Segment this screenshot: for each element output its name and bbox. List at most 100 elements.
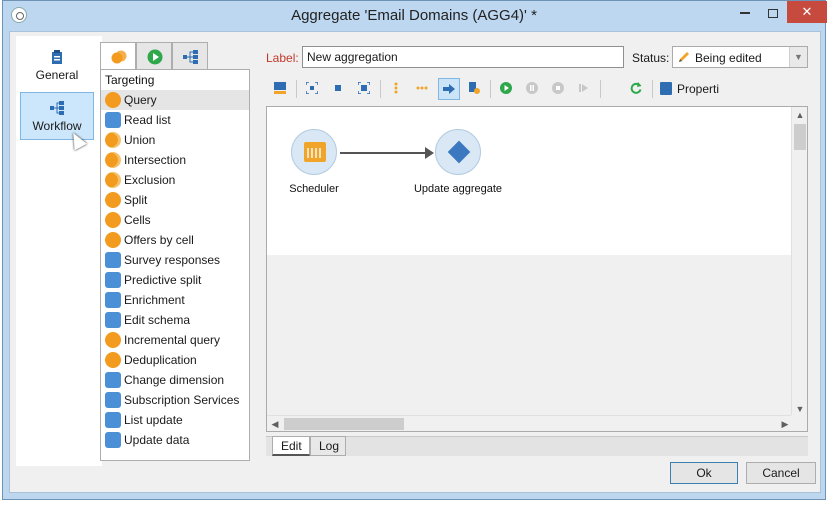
cells-icon [105, 212, 121, 228]
maximize-button[interactable] [759, 1, 787, 23]
exclusion-icon [105, 172, 121, 188]
tab-targeting[interactable] [100, 42, 136, 71]
list-item[interactable]: Subscription Services [101, 390, 249, 410]
scheduler-node[interactable] [291, 129, 337, 175]
workflow-icon [50, 101, 64, 115]
zoom-normal-button[interactable] [328, 78, 350, 100]
list-item[interactable]: Union [101, 130, 249, 150]
subscription-services-icon [105, 392, 121, 408]
edit-schema-icon [105, 312, 121, 328]
list-update-icon [105, 412, 121, 428]
list-item-label: Subscription Services [124, 393, 240, 407]
vertical-scrollbar[interactable]: ▲ ▼ [791, 107, 807, 417]
canvas-work-area[interactable] [267, 107, 793, 255]
list-item[interactable]: Deduplication [101, 350, 249, 370]
nav-item-general[interactable]: General [20, 42, 94, 90]
node-label: Scheduler [289, 183, 339, 195]
minimize-button[interactable] [731, 1, 759, 23]
predictive-split-icon [105, 272, 121, 288]
survey-responses-icon [105, 252, 121, 268]
refresh-button[interactable] [626, 78, 648, 100]
toggle-palette-button[interactable] [270, 78, 292, 100]
list-item[interactable]: Read list [101, 110, 249, 130]
vertical-layout-button[interactable] [386, 78, 408, 100]
start-button[interactable] [496, 78, 518, 100]
stop-icon [552, 82, 564, 94]
list-item-label: Update data [124, 433, 190, 447]
list-item[interactable]: Update data [101, 430, 249, 450]
clipboard-icon [660, 82, 672, 95]
list-item-label: Change dimension [124, 373, 225, 387]
refresh-icon [630, 82, 642, 94]
scroll-thumb[interactable] [284, 418, 404, 430]
window-title: Aggregate 'Email Domains (AGG4)' * [291, 7, 537, 24]
horizontal-dots-icon [416, 86, 428, 90]
clipboard-icon [52, 50, 62, 64]
list-item[interactable]: Offers by cell [101, 230, 249, 250]
list-item[interactable]: Edit schema [101, 310, 249, 330]
ok-button[interactable]: Ok [670, 462, 738, 484]
nav-item-label: General [35, 68, 79, 82]
list-item[interactable]: Intersection [101, 150, 249, 170]
list-item-label: Split [124, 193, 148, 207]
maximize-icon [768, 8, 778, 18]
list-item[interactable]: List update [101, 410, 249, 430]
scroll-thumb[interactable] [794, 124, 806, 150]
link-mode-button[interactable] [438, 78, 460, 100]
dialog-window: Aggregate 'Email Domains (AGG4)' * ✕ Gen… [2, 0, 827, 500]
incremental-query-icon [105, 332, 121, 348]
pencil-icon [679, 52, 689, 62]
list-item-label: List update [124, 413, 183, 427]
title-bar[interactable]: Aggregate 'Email Domains (AGG4)' * ✕ [3, 1, 827, 31]
list-item[interactable]: Change dimension [101, 370, 249, 390]
list-item[interactable]: Exclusion [101, 170, 249, 190]
read-list-icon [105, 112, 121, 128]
list-item[interactable]: Cells [101, 210, 249, 230]
horizontal-scrollbar[interactable]: ◀ ▶ [267, 415, 793, 431]
label-input[interactable]: New aggregation [302, 46, 624, 68]
transition-arrow[interactable] [340, 147, 434, 159]
list-item[interactable]: Split [101, 190, 249, 210]
properties-button[interactable]: Properti [660, 78, 719, 100]
toolbar-separator [652, 80, 653, 98]
tab-log[interactable]: Log [310, 436, 346, 456]
scroll-up-icon[interactable]: ▲ [792, 107, 807, 123]
list-item[interactable]: Incremental query [101, 330, 249, 350]
tab-edit[interactable]: Edit [272, 436, 310, 456]
pause-button[interactable] [522, 78, 544, 100]
play-icon [500, 82, 512, 94]
list-item[interactable]: Enrichment [101, 290, 249, 310]
scroll-left-icon[interactable]: ◀ [267, 416, 283, 431]
update-aggregate-node[interactable] [435, 129, 481, 175]
zoom-fit-button[interactable] [302, 78, 324, 100]
zoom-out-button[interactable] [354, 78, 376, 100]
close-button[interactable]: ✕ [787, 1, 827, 23]
left-nav: General Workflow [16, 36, 102, 466]
split-icon [105, 192, 121, 208]
list-item-label: Edit schema [124, 313, 191, 327]
document-warning-button[interactable] [464, 78, 486, 100]
list-item[interactable]: Survey responses [101, 250, 249, 270]
canvas-empty-area[interactable] [267, 255, 793, 417]
cancel-button[interactable]: Cancel [746, 462, 816, 484]
nav-item-workflow[interactable]: Workflow [20, 92, 94, 140]
step-button[interactable] [574, 78, 596, 100]
horizontal-layout-button[interactable] [412, 78, 434, 100]
list-item[interactable]: Predictive split [101, 270, 249, 290]
workflow-canvas[interactable]: Scheduler Update aggregate ▲ ▼ ◀ ▶ [266, 106, 808, 432]
status-value: Being edited [695, 51, 762, 65]
stop-button[interactable] [548, 78, 570, 100]
chevron-down-icon[interactable]: ▼ [789, 47, 807, 67]
tab-actions[interactable] [172, 42, 208, 70]
status-caption: Status: [632, 51, 670, 65]
list-item[interactable]: Query [101, 90, 249, 110]
toolbar-separator [600, 80, 601, 98]
status-select[interactable]: Being edited ▼ [672, 46, 808, 68]
minimize-icon [740, 12, 750, 15]
properties-label: Properti [677, 82, 720, 96]
list-item-label: Offers by cell [124, 233, 194, 247]
list-item-label: Survey responses [124, 253, 221, 267]
list-item-label: Enrichment [124, 293, 185, 307]
tab-flow-control[interactable] [136, 42, 172, 70]
query-icon [105, 92, 121, 108]
